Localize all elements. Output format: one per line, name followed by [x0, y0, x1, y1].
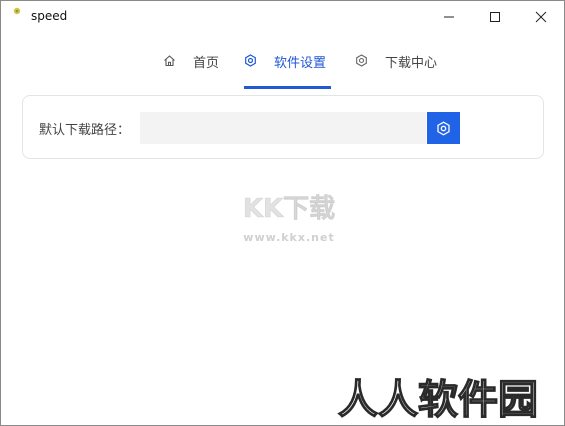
- close-icon: [535, 11, 547, 23]
- tab-home-label: 首页: [193, 56, 220, 71]
- kk-download-watermark: KK下载 www.kkx.net: [243, 194, 336, 244]
- tab-home[interactable]: 首页: [163, 51, 223, 89]
- minimize-icon: [444, 16, 454, 18]
- gear-icon: [245, 54, 256, 67]
- settings-card: 默认下载路径：: [22, 95, 544, 159]
- rr-logo-text: 人人软件园: [338, 377, 538, 423]
- download-path-input[interactable]: [140, 112, 426, 144]
- tab-download-center[interactable]: 下载中心: [355, 51, 445, 89]
- app-window: speed 首页 软件设置 下载中心 默认下载路径： KK下载 www.kkx.…: [0, 0, 565, 426]
- maximize-icon: [490, 12, 500, 22]
- kk-url-text: www.kkx.net: [243, 231, 334, 244]
- active-tab-indicator: [244, 86, 331, 89]
- maximize-button[interactable]: [472, 1, 518, 32]
- browse-folder-button[interactable]: [427, 112, 460, 144]
- gear-icon: [356, 54, 367, 67]
- tab-bar: 首页 软件设置 下载中心: [1, 45, 564, 89]
- minimize-button[interactable]: [426, 1, 472, 32]
- tab-software-settings-label: 软件设置: [274, 56, 327, 71]
- window-title: speed: [31, 9, 68, 23]
- home-icon: [164, 55, 175, 67]
- download-path-label: 默认下载路径：: [39, 123, 131, 138]
- close-button[interactable]: [518, 1, 564, 32]
- tab-download-center-label: 下载中心: [385, 56, 438, 71]
- title-bar[interactable]: speed: [1, 1, 564, 32]
- app-logo-icon: [13, 7, 21, 15]
- rr-software-watermark: 人人软件园: [337, 376, 538, 423]
- tab-software-settings[interactable]: 软件设置: [244, 51, 331, 89]
- kk-logo-text: KK下载: [243, 194, 335, 224]
- gear-icon: [437, 121, 450, 136]
